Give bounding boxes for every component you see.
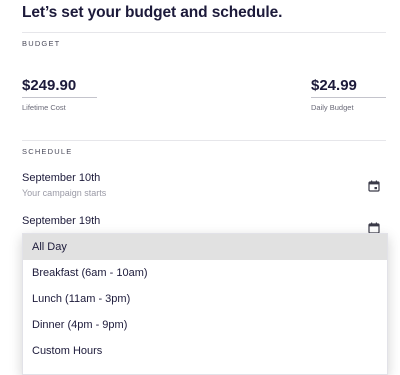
lifetime-cost-value[interactable]: $249.90 <box>22 77 76 94</box>
divider <box>22 32 386 33</box>
calendar-icon[interactable] <box>368 180 380 192</box>
dropdown-option-custom-hours[interactable]: Custom Hours <box>23 338 387 364</box>
start-date-caption: Your campaign starts <box>22 188 107 198</box>
daily-budget-underline <box>311 97 386 98</box>
page-title: Let’s set your budget and schedule. <box>22 4 283 21</box>
budget-section-label: BUDGET <box>22 39 61 48</box>
dropdown-option-dinner[interactable]: Dinner (4pm - 9pm) <box>23 312 387 338</box>
daily-budget-label: Daily Budget <box>311 103 354 112</box>
daily-budget-value[interactable]: $24.99 <box>311 77 357 94</box>
dropdown-option-all-day[interactable]: All Day <box>23 234 387 260</box>
divider <box>22 140 386 141</box>
dropdown-option-lunch[interactable]: Lunch (11am - 3pm) <box>23 286 387 312</box>
lifetime-cost-label: Lifetime Cost <box>22 103 66 112</box>
schedule-section-label: SCHEDULE <box>22 147 73 156</box>
start-date-field[interactable]: September 10th <box>22 172 100 184</box>
time-slot-dropdown[interactable]: All Day Breakfast (6am - 10am) Lunch (11… <box>22 233 388 375</box>
lifetime-cost-underline <box>22 97 97 98</box>
dropdown-option-breakfast[interactable]: Breakfast (6am - 10am) <box>23 260 387 286</box>
end-date-field[interactable]: September 19th <box>22 215 100 227</box>
